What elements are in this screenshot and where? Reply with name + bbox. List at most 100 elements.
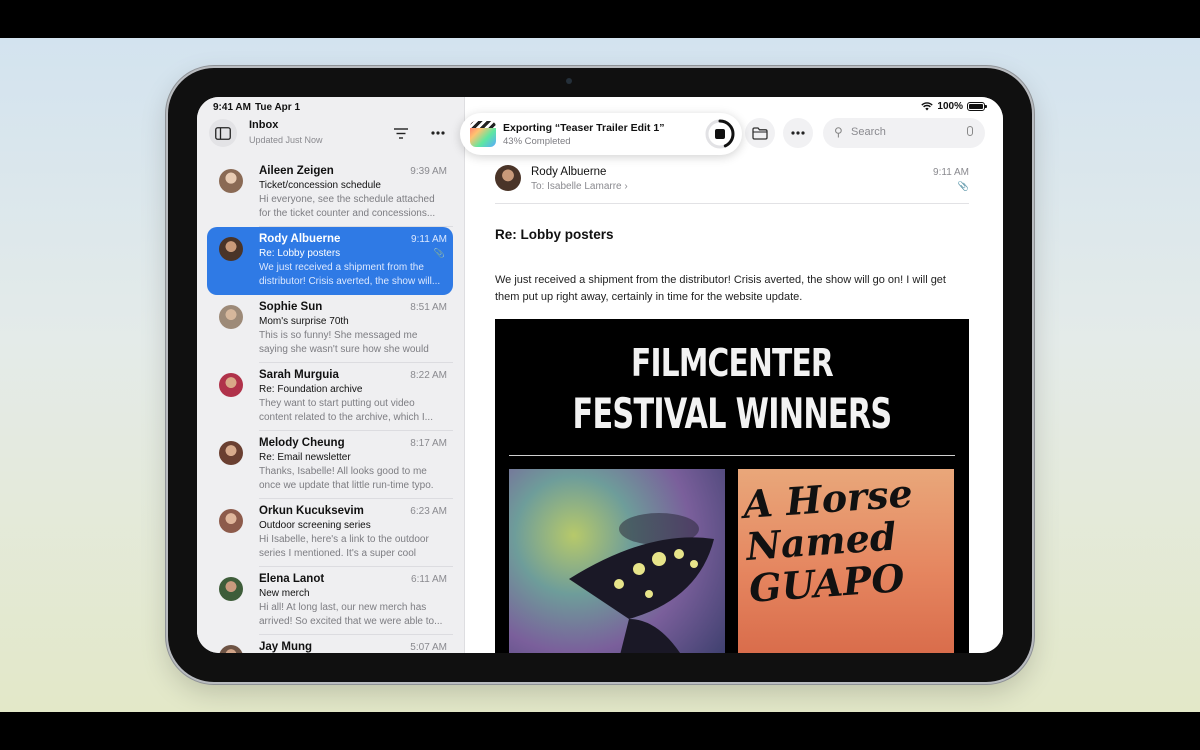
- message-header: Rody Albuerne To: Isabelle Lamarre › 9:1…: [495, 163, 969, 204]
- message-preview: Thanks, Isabelle! All looks good to me o…: [259, 466, 434, 491]
- sidebar-toggle-button[interactable]: [209, 119, 237, 147]
- search-placeholder: Search: [851, 126, 886, 138]
- message-time: 9:11 AM: [411, 234, 447, 245]
- message-time: 6:23 AM: [410, 506, 447, 517]
- filter-button[interactable]: [387, 119, 415, 147]
- search-icon: ⚲: [834, 125, 843, 139]
- message-time: 5:07 AM: [410, 642, 447, 653]
- poster-brand-logo: FILMCENTER: [631, 341, 834, 385]
- message-row[interactable]: Sarah Murguia 8:22 AM Re: Foundation arc…: [207, 363, 453, 431]
- message-detail-pane: ⚲ Search Rody Albuerne To: Isabelle Lama…: [465, 97, 1003, 653]
- message-subject: Outdoor screening series: [259, 520, 371, 531]
- avatar: [219, 169, 243, 193]
- message-subject: Re: Foundation archive: [259, 384, 363, 395]
- wifi-icon: [921, 102, 934, 111]
- poster-divider: [509, 455, 955, 456]
- sidebar-more-button[interactable]: [424, 119, 452, 147]
- message-list: Aileen Zeigen 9:39 AM Ticket/concession …: [197, 159, 464, 653]
- avatar: [219, 305, 243, 329]
- sender-avatar: [495, 165, 521, 191]
- export-progress-banner[interactable]: Exporting “Teaser Trailer Edit 1” 43% Co…: [460, 113, 742, 155]
- message-time: 8:17 AM: [410, 438, 447, 449]
- avatar: [219, 577, 243, 601]
- mailbox-sidebar: Inbox Updated Just Now Aileen Zeigen 9:3…: [197, 97, 465, 653]
- message-row[interactable]: Jay Mung 5:07 AM: [207, 635, 453, 653]
- message-subject: Ticket/concession schedule: [259, 180, 381, 191]
- message-row[interactable]: Aileen Zeigen 9:39 AM Ticket/concession …: [207, 159, 453, 227]
- message-recipients[interactable]: To: Isabelle Lamarre ›: [531, 181, 628, 192]
- message-row[interactable]: Sophie Sun 8:51 AM Mom's surprise 70th T…: [207, 295, 453, 363]
- message-subject: New merch: [259, 588, 310, 599]
- message-preview: They want to start putting out video con…: [259, 398, 433, 423]
- ellipsis-icon: [431, 131, 445, 135]
- sidebar-icon: [215, 126, 231, 140]
- message-time: 9:39 AM: [410, 166, 447, 177]
- move-to-folder-button[interactable]: [745, 118, 775, 148]
- wallpaper: 9:41 AM Tue Apr 1 100% Inbox Updated Jus…: [0, 38, 1200, 712]
- avatar: [219, 441, 243, 465]
- message-subject: Re: Lobby posters: [259, 248, 341, 259]
- avatar: [219, 373, 243, 397]
- attached-poster-image[interactable]: FILMCENTER FESTIVAL WINNERS A Horse Name…: [495, 319, 969, 653]
- message-body: We just received a shipment from the dis…: [495, 274, 946, 303]
- attachment-icon: 📎: [433, 248, 445, 258]
- battery-icon: [967, 102, 987, 111]
- poster-tile-horse: A Horse Named GUAPO: [738, 469, 954, 653]
- detail-more-button[interactable]: [783, 118, 813, 148]
- poster-film-title: A Horse Named GUAPO: [741, 470, 914, 611]
- message-preview: Hi all! At long last, our new merch has …: [259, 602, 443, 627]
- message-subject-heading: Re: Lobby posters: [495, 227, 614, 242]
- avatar: [219, 237, 243, 261]
- message-row[interactable]: Orkun Kucuksevim 6:23 AM Outdoor screeni…: [207, 499, 453, 567]
- status-indicators: 100%: [921, 101, 987, 112]
- attachment-icon: 📎: [957, 181, 969, 191]
- message-sender: Sarah Murguia: [259, 369, 339, 381]
- message-sender: Jay Mung: [259, 641, 313, 653]
- message-sender: Melody Cheung: [259, 437, 345, 449]
- message-subject: Re: Email newsletter: [259, 452, 351, 463]
- sidebar-header: Inbox Updated Just Now: [197, 115, 464, 155]
- stop-icon: [715, 129, 725, 139]
- status-time: 9:41 AM: [213, 102, 251, 113]
- avatar: [219, 645, 243, 653]
- ipad-frame: 9:41 AM Tue Apr 1 100% Inbox Updated Jus…: [168, 68, 1032, 682]
- message-preview: This is so funny! She messaged me saying…: [259, 330, 429, 355]
- microphone-icon[interactable]: [967, 126, 973, 136]
- message-sender: Elena Lanot: [259, 573, 325, 585]
- battery-percent: 100%: [937, 101, 963, 112]
- stop-export-button[interactable]: [704, 118, 736, 150]
- message-sender: Sophie Sun: [259, 301, 323, 313]
- ellipsis-icon: [791, 131, 805, 135]
- avatar: [219, 509, 243, 533]
- inbox-updated-status: Updated Just Now: [249, 135, 323, 145]
- chevron-right-icon: ›: [624, 181, 628, 192]
- message-preview: Hi Isabelle, here's a link to the outdoo…: [259, 534, 429, 559]
- message-row[interactable]: Melody Cheung 8:17 AM Re: Email newslett…: [207, 431, 453, 499]
- final-cut-pro-icon: [470, 121, 496, 147]
- export-title: Exporting “Teaser Trailer Edit 1”: [503, 122, 665, 134]
- message-preview: Hi everyone, see the schedule attached f…: [259, 194, 436, 219]
- poster-tile-butterfly: [509, 469, 725, 653]
- mail-app-window: 9:41 AM Tue Apr 1 100% Inbox Updated Jus…: [197, 97, 1003, 653]
- message-row-selected[interactable]: Rody Albuerne 9:11 AM Re: Lobby posters …: [207, 227, 453, 295]
- message-subject: Mom's surprise 70th: [259, 316, 349, 327]
- message-time: 8:22 AM: [410, 370, 447, 381]
- message-sender: Rody Albuerne: [259, 233, 341, 245]
- message-time: 6:11 AM: [411, 574, 447, 585]
- recipient-name: To: Isabelle Lamarre: [531, 181, 622, 192]
- folder-icon: [752, 126, 768, 140]
- message-sender: Orkun Kucuksevim: [259, 505, 364, 517]
- poster-heading: FESTIVAL WINNERS: [572, 389, 893, 438]
- message-from[interactable]: Rody Albuerne: [531, 166, 606, 178]
- message-sender: Aileen Zeigen: [259, 165, 334, 177]
- message-time: 8:51 AM: [410, 302, 447, 313]
- export-progress-text: 43% Completed: [503, 136, 571, 147]
- message-row[interactable]: Elena Lanot 6:11 AM New merch Hi all! At…: [207, 567, 453, 635]
- message-timestamp: 9:11 AM: [933, 167, 969, 178]
- inbox-title: Inbox: [249, 119, 279, 131]
- filter-icon: [394, 127, 408, 139]
- status-date: Tue Apr 1: [255, 102, 301, 113]
- front-camera: [566, 78, 572, 84]
- search-field[interactable]: ⚲ Search: [823, 118, 985, 148]
- butterfly-illustration: [569, 513, 714, 653]
